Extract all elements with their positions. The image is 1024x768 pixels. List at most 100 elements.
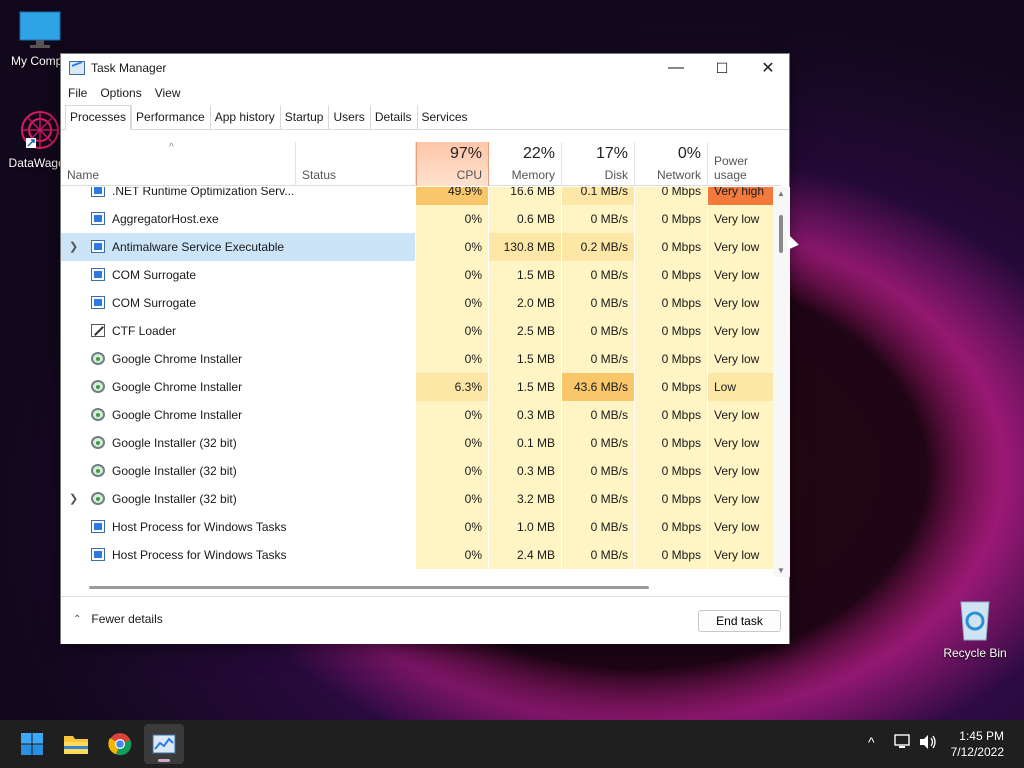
system-clock[interactable]: 1:45 PM 7/12/2022 xyxy=(951,728,1004,760)
column-header-power-usage[interactable]: Power usage xyxy=(708,142,781,186)
network-cell: 0 Mbps xyxy=(635,261,707,289)
table-row[interactable]: .NET Runtime Optimization Serv... 49.9% 16… xyxy=(61,187,773,205)
process-name-cell[interactable]: ❯ Antimalware Service Executable xyxy=(61,233,415,261)
menu-file[interactable]: File xyxy=(68,86,87,100)
end-task-button[interactable]: End task xyxy=(698,610,781,632)
taskbar: ^ 1:45 PM 7/12/2022 xyxy=(0,720,1024,768)
process-icon xyxy=(91,464,105,477)
column-header-network[interactable]: 0% Network xyxy=(635,142,708,186)
chevron-up-icon[interactable]: ^ xyxy=(868,734,875,750)
column-header-name[interactable]: ^ Name xyxy=(61,142,296,186)
task-manager-icon xyxy=(152,734,176,754)
tab-details[interactable]: Details xyxy=(369,105,417,129)
table-row[interactable]: Google Chrome Installer 6.3% 1.5 MB 43.6 MB… xyxy=(61,373,773,401)
column-header-disk[interactable]: 17% Disk xyxy=(562,142,635,186)
process-name-cell[interactable]: Google Chrome Installer xyxy=(61,345,415,373)
memory-cell: 0.3 MB xyxy=(489,457,561,485)
disk-cell: 0 MB/s xyxy=(562,541,634,569)
power-usage-cell: Very low xyxy=(708,289,773,317)
cpu-cell: 6.3% xyxy=(416,373,488,401)
horizontal-scrollbar[interactable] xyxy=(61,577,773,591)
process-name-cell[interactable]: CTF Loader xyxy=(61,317,415,345)
taskbar-task-manager[interactable] xyxy=(144,724,184,764)
process-name-cell[interactable]: Host Process for Windows Tasks xyxy=(61,513,415,541)
network-cell: 0 Mbps xyxy=(635,401,707,429)
title-bar[interactable]: Task Manager — ☐ ✕ xyxy=(61,54,789,82)
table-row[interactable]: Host Process for Windows Tasks 0% 1.0 MB 0 … xyxy=(61,513,773,541)
table-row[interactable]: Google Installer (32 bit) 0% 0.1 MB 0 MB/s 0… xyxy=(61,429,773,457)
process-name: Google Chrome Installer xyxy=(112,352,243,366)
horizontal-scroll-thumb[interactable] xyxy=(89,586,649,589)
memory-cell: 2.4 MB xyxy=(489,541,561,569)
memory-cell: 1.5 MB xyxy=(489,373,561,401)
column-header-status[interactable]: Status xyxy=(296,142,416,186)
table-row[interactable]: CTF Loader 0% 2.5 MB 0 MB/s 0 Mbps Very low xyxy=(61,317,773,345)
tab-performance[interactable]: Performance xyxy=(131,105,210,129)
process-name-cell[interactable]: Google Installer (32 bit) xyxy=(61,457,415,485)
tab-users[interactable]: Users xyxy=(328,105,369,129)
process-icon xyxy=(91,520,105,533)
disk-cell: 0 MB/s xyxy=(562,345,634,373)
table-row[interactable]: ❯ Google Installer (32 bit) 0% 3.2 MB 0 MB/s… xyxy=(61,485,773,513)
recycle-bin-icon xyxy=(960,601,990,641)
volume-icon[interactable] xyxy=(918,734,938,750)
scroll-up-icon[interactable]: ▲ xyxy=(777,189,785,198)
monitor-icon xyxy=(19,11,61,48)
table-row[interactable]: COM Surrogate 0% 2.0 MB 0 MB/s 0 Mbps Very lo… xyxy=(61,289,773,317)
network-cell: 0 Mbps xyxy=(635,205,707,233)
taskbar-file-explorer[interactable] xyxy=(56,724,96,764)
process-name-cell[interactable]: Google Chrome Installer xyxy=(61,373,415,401)
power-usage-cell: Very low xyxy=(708,205,773,233)
cpu-cell: 0% xyxy=(416,233,488,261)
network-cell: 0 Mbps xyxy=(635,513,707,541)
taskbar-chrome[interactable] xyxy=(100,724,140,764)
column-header-cpu[interactable]: 97% CPU xyxy=(416,142,489,186)
menu-options[interactable]: Options xyxy=(100,86,141,100)
process-name: COM Surrogate xyxy=(112,296,197,310)
expand-chevron-icon[interactable]: ❯ xyxy=(69,485,78,513)
cpu-cell: 0% xyxy=(416,261,488,289)
close-button[interactable]: ✕ xyxy=(745,54,791,82)
menu-view[interactable]: View xyxy=(155,86,181,100)
table-row[interactable]: Google Chrome Installer 0% 0.3 MB 0 MB/s 0 M… xyxy=(61,401,773,429)
fewer-details-label: Fewer details xyxy=(91,612,163,626)
process-name: Google Chrome Installer xyxy=(112,408,243,422)
scroll-down-icon[interactable]: ▼ xyxy=(777,566,785,575)
tab-startup[interactable]: Startup xyxy=(279,105,329,129)
process-name-cell[interactable]: AggregatorHost.exe xyxy=(61,205,415,233)
tab-services[interactable]: Services xyxy=(416,105,473,129)
disk-cell: 0 MB/s xyxy=(562,401,634,429)
network-cell: 0 Mbps xyxy=(635,457,707,485)
tab-app-history[interactable]: App history xyxy=(209,105,280,129)
network-icon[interactable] xyxy=(894,734,912,750)
process-name-cell[interactable]: Host Process for Windows Tasks xyxy=(61,541,415,569)
memory-cell: 0.1 MB xyxy=(489,429,561,457)
table-row[interactable]: COM Surrogate 0% 1.5 MB 0 MB/s 0 Mbps Very lo… xyxy=(61,261,773,289)
task-manager-window: Task Manager — ☐ ✕ File Options View Pro… xyxy=(60,53,790,644)
process-name-cell[interactable]: Google Chrome Installer xyxy=(61,401,415,429)
table-row[interactable]: Host Process for Windows Tasks 0% 2.4 MB 0 … xyxy=(61,541,773,569)
table-row[interactable]: AggregatorHost.exe 0% 0.6 MB 0 MB/s 0 Mbps Ve… xyxy=(61,205,773,233)
start-button[interactable] xyxy=(12,724,52,764)
desktop-icon-recycle-bin[interactable]: Recycle Bin xyxy=(935,598,1015,660)
process-name-cell[interactable]: ❯ Google Installer (32 bit) xyxy=(61,485,415,513)
process-name: Google Installer (32 bit) xyxy=(112,464,237,478)
cpu-cell: 49.9% xyxy=(416,187,488,205)
process-icon xyxy=(91,296,105,309)
process-name-cell[interactable]: Google Installer (32 bit) xyxy=(61,429,415,457)
process-name-cell[interactable]: COM Surrogate xyxy=(61,289,415,317)
disk-cell: 43.6 MB/s xyxy=(562,373,634,401)
fewer-details-toggle[interactable]: ⌃ Fewer details xyxy=(73,612,163,626)
process-icon xyxy=(91,268,105,281)
table-row[interactable]: Google Chrome Installer 0% 1.5 MB 0 MB/s 0 M… xyxy=(61,345,773,373)
tab-processes[interactable]: Processes xyxy=(65,105,132,130)
process-name-cell[interactable]: COM Surrogate xyxy=(61,261,415,289)
process-name-cell[interactable]: .NET Runtime Optimization Serv... xyxy=(61,187,415,205)
table-row[interactable]: Google Installer (32 bit) 0% 0.3 MB 0 MB/s 0… xyxy=(61,457,773,485)
power-usage-cell: Very low xyxy=(708,233,773,261)
expand-chevron-icon[interactable]: ❯ xyxy=(69,233,78,261)
column-header-memory[interactable]: 22% Memory xyxy=(489,142,562,186)
maximize-button[interactable]: ☐ xyxy=(699,54,745,82)
minimize-button[interactable]: — xyxy=(653,54,699,82)
table-row[interactable]: ❯ Antimalware Service Executable 0% 130.8 M… xyxy=(61,233,773,261)
